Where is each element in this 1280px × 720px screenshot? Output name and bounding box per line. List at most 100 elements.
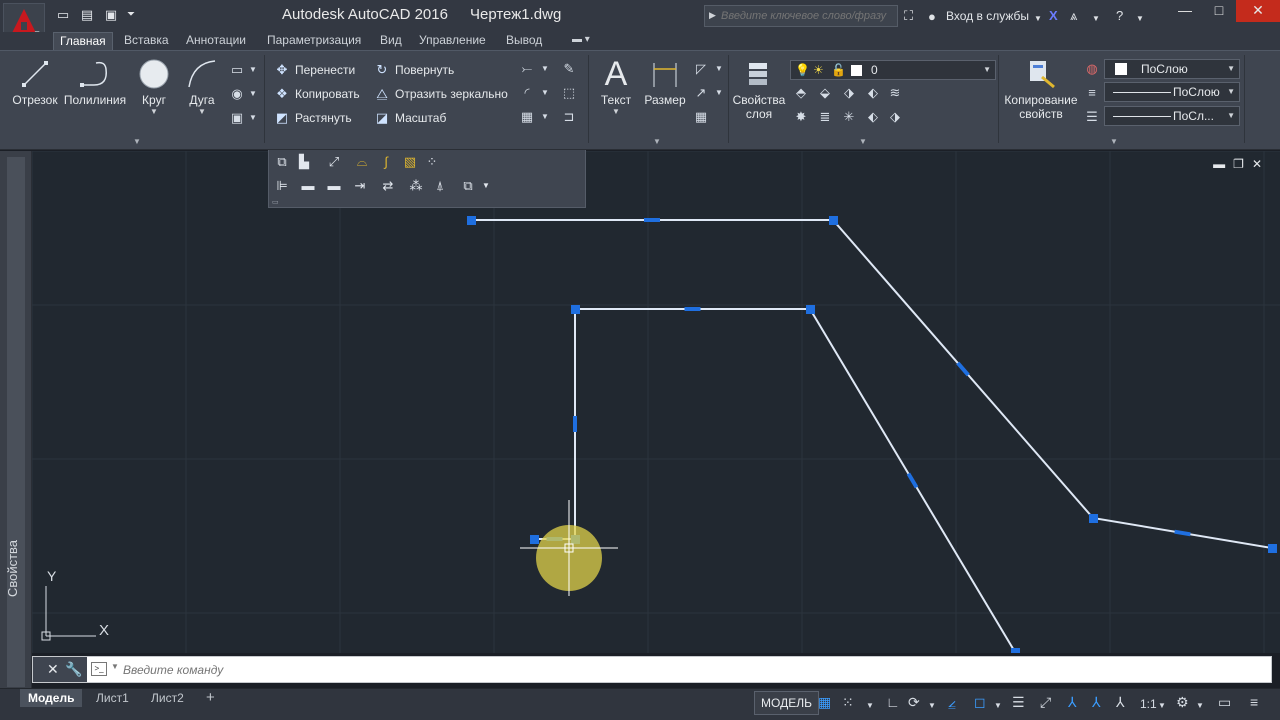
maximize-button[interactable]: □	[1202, 0, 1236, 22]
save-icon[interactable]: ▣	[102, 6, 120, 24]
lineweight-dropdown[interactable]: ПоСл... ▼	[1104, 106, 1240, 126]
mirror-button[interactable]: ⧋ Отразить зеркально	[374, 84, 508, 104]
annotation-scale-icon[interactable]: ⅄	[1116, 693, 1125, 711]
chevron-down-icon[interactable]: ▼	[477, 177, 495, 195]
object-snap-icon[interactable]: ◻	[974, 693, 986, 711]
vertex-grip[interactable]	[1268, 544, 1277, 553]
tab-model[interactable]: Модель	[20, 689, 83, 707]
close-command-line-icon[interactable]: ✕	[47, 661, 59, 678]
vertex-grip[interactable]	[829, 216, 838, 225]
midpoint-grip[interactable]	[573, 416, 577, 432]
search-input[interactable]	[721, 8, 895, 24]
properties-panel-expand-icon[interactable]: ▼	[1110, 137, 1118, 146]
chevron-down-icon[interactable]: ▼	[244, 61, 262, 79]
properties-palette-strip[interactable]: Свойства	[0, 151, 32, 688]
chevron-down-icon[interactable]: ▼	[184, 107, 220, 116]
offset-icon[interactable]: ⊐	[560, 108, 578, 126]
vertex-grip[interactable]	[571, 305, 580, 314]
vertex-grip[interactable]	[530, 535, 539, 544]
array-icon[interactable]: ▦	[518, 108, 536, 126]
ribbon-display-toggle-icon[interactable]: ▬ ▾	[572, 34, 590, 45]
scale-button[interactable]: ◪ Масштаб	[374, 108, 447, 128]
auto-scale-icon[interactable]: ⅄	[1092, 693, 1101, 711]
chevron-down-icon[interactable]: ▼	[1196, 697, 1204, 715]
selection-cycling-icon[interactable]: ⤢	[1040, 693, 1051, 711]
linetype-dropdown[interactable]: ПоСлою ▼	[1104, 82, 1240, 102]
polyline-button[interactable]: Полилиния	[62, 57, 128, 107]
chevron-down-icon[interactable]: ▼	[536, 108, 554, 126]
model-space-button[interactable]: МОДЕЛЬ	[754, 691, 819, 715]
array-edit-icon[interactable]: ⁘	[423, 153, 441, 171]
model-space-canvas[interactable]: Y X	[32, 151, 1280, 653]
layer-dropdown[interactable]: 💡 ☀ 🔓 0 ▼	[790, 60, 996, 80]
chevron-down-icon[interactable]: ▼	[928, 697, 936, 715]
chevron-down-icon[interactable]: ▼	[598, 107, 634, 116]
chevron-down-icon[interactable]: ▼	[536, 84, 554, 102]
layer-lock-icon[interactable]: ⬖	[864, 84, 882, 102]
tab-parametric[interactable]: Параметризация	[261, 32, 367, 50]
viewport-minimize-icon[interactable]: ▬	[1213, 157, 1225, 171]
isodraft-icon[interactable]: ⦤	[948, 693, 956, 711]
grid-display-icon[interactable]: ▦	[818, 693, 831, 711]
open-folder-icon[interactable]: ▤	[78, 6, 96, 24]
draworder-icon[interactable]: ⧉	[273, 153, 291, 171]
chevron-down-icon[interactable]: ▼	[244, 109, 262, 127]
layer-current-icon[interactable]: ✸	[792, 108, 810, 126]
copy-button[interactable]: ❖ Копировать	[274, 84, 359, 104]
vertex-grip[interactable]	[1089, 514, 1098, 523]
vertex-grip[interactable]	[1011, 648, 1020, 653]
command-prompt-icon[interactable]: >_	[91, 662, 107, 676]
draw-panel-expand-icon[interactable]: ▼	[133, 137, 141, 146]
tab-home[interactable]: Главная	[53, 32, 113, 50]
command-input[interactable]	[123, 661, 1223, 678]
move-button[interactable]: ✥ Перенести	[274, 60, 356, 80]
tab-insert[interactable]: Вставка	[118, 32, 175, 50]
copy-nested-icon[interactable]: ⧉	[459, 177, 477, 195]
quick-access-more-icon[interactable]: ⏷	[122, 6, 140, 24]
tab-manage[interactable]: Управление	[413, 32, 492, 50]
layer-unlock-icon[interactable]: ⬖	[864, 108, 882, 126]
tab-view[interactable]: Вид	[374, 32, 408, 50]
chevron-down-icon[interactable]: ▼	[111, 662, 119, 671]
spline-edit-icon[interactable]: ∫	[377, 153, 395, 171]
multileader-icon[interactable]: ↗	[692, 84, 710, 102]
chevron-down-icon[interactable]: ▼	[536, 60, 554, 78]
stretch-button[interactable]: ◩ Растянуть	[274, 108, 352, 128]
lengthen-icon[interactable]: ⤢	[325, 153, 343, 171]
polar-tracking-icon[interactable]: ⟳	[908, 693, 920, 711]
binoculars-icon[interactable]: ⛶	[904, 7, 913, 25]
pedit-icon[interactable]: ⌓	[353, 153, 371, 171]
help-icon[interactable]: ?	[1116, 7, 1123, 25]
vertex-grip[interactable]	[806, 305, 815, 314]
annotation-visibility-icon[interactable]: ⅄	[1068, 693, 1077, 711]
layer-off-icon[interactable]: ⬘	[792, 84, 810, 102]
chevron-down-icon[interactable]: ▼	[1136, 10, 1144, 28]
viewport-close-icon[interactable]: ✕	[1252, 157, 1262, 171]
layers-panel-expand-icon[interactable]: ▼	[859, 137, 867, 146]
a360-icon[interactable]: ⩓	[1070, 7, 1077, 25]
workspace-gear-icon[interactable]: ⚙	[1176, 693, 1189, 711]
snap-mode-icon[interactable]: ⁙	[842, 693, 854, 711]
tab-output[interactable]: Вывод	[500, 32, 548, 50]
fillet-icon[interactable]: ◜	[518, 84, 536, 102]
customize-wrench-icon[interactable]: 🔧	[65, 661, 82, 678]
ortho-icon[interactable]: ∟	[886, 693, 900, 711]
tab-layout1[interactable]: Лист1	[88, 689, 137, 707]
close-window-button[interactable]: ✕	[1236, 0, 1280, 22]
break-icon[interactable]: ▬	[299, 177, 317, 195]
chevron-down-icon[interactable]: ▼	[1034, 10, 1042, 28]
signin-button[interactable]: Вход в службы	[946, 9, 1029, 23]
tab-annotate[interactable]: Аннотации	[180, 32, 252, 50]
lineweight-toggle-icon[interactable]: ☰	[1012, 693, 1025, 711]
annotation-panel-expand-icon[interactable]: ▼	[653, 137, 661, 146]
table-icon[interactable]: ▦	[692, 108, 710, 126]
match-properties-button[interactable]: Копирование свойств	[1002, 57, 1080, 121]
drawing-area[interactable]: Y X	[32, 151, 1280, 653]
chevron-down-icon[interactable]: ▼	[1092, 10, 1100, 28]
set-base-icon[interactable]: ⍋	[431, 177, 449, 195]
search-box[interactable]: ▶	[704, 5, 898, 27]
overkill-icon[interactable]: ⁂	[407, 177, 425, 195]
join-icon[interactable]: ⇥	[351, 177, 369, 195]
explode-icon[interactable]: ⬚	[560, 84, 578, 102]
clean-screen-icon[interactable]: ▭	[1218, 693, 1231, 711]
